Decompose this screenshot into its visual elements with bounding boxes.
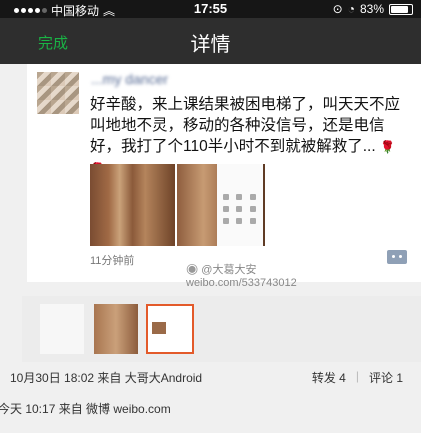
divider: | — [355, 369, 359, 383]
nav-bar: 完成 详情 — [0, 18, 421, 64]
post-text: 好辛酸，来上课结果被困电梯了，叫天天不应叫地地不灵，移动的各种没信号，还是电信好… — [90, 96, 401, 155]
username[interactable]: ...my dancer — [91, 71, 168, 87]
thumbnail-1[interactable] — [40, 304, 84, 354]
page-title: 详情 — [190, 34, 231, 56]
battery-percent: 83% — [359, 2, 384, 16]
weibo-logo-icon: ◉ — [186, 260, 199, 276]
watermark-url: weibo.com/533743012 — [186, 277, 297, 289]
thumbnail-strip — [22, 296, 421, 366]
post-time: 11分钟前 — [90, 255, 135, 267]
comment-count[interactable]: 评论 1 — [369, 369, 403, 386]
original-date-source: 今天 10:17 来自 微博 weibo.com — [0, 402, 171, 416]
photo-keypad[interactable] — [217, 164, 263, 246]
status-bar: 中国移动 ︽ 17:55 ⊙ ◔ 83% — [0, 0, 421, 18]
watermark-handle: @大葛大安 — [201, 264, 257, 276]
avatar[interactable] — [37, 72, 79, 114]
repost-count[interactable]: 转发 4 — [312, 369, 346, 386]
alarm-icon: ◔ — [347, 2, 355, 16]
thumbnail-2[interactable] — [94, 304, 138, 354]
thumbnail-3-selected[interactable] — [146, 304, 194, 354]
retweet-stats: 转发 4 | 评论 1 — [312, 369, 403, 386]
status-right: ⊙ ◔ 83% — [333, 2, 413, 16]
retweet-meta: 10月30日 18:02 来自 大哥大Android 转发 4 | 评论 1 — [0, 362, 421, 388]
retweet-date-source: 10月30日 18:02 来自 大哥大Android — [10, 371, 203, 385]
battery-fill — [391, 5, 408, 13]
photo-elevator-1[interactable] — [90, 164, 175, 246]
moment-card: ...my dancer 好辛酸，来上课结果被困电梯了，叫天天不应叫地地不灵，移… — [27, 64, 421, 282]
battery-icon — [389, 3, 413, 15]
weibo-watermark: ◉ @大葛大安 weibo.com/533743012 — [186, 260, 297, 290]
lock-rotation-icon: ⊙ — [332, 2, 343, 16]
comment-more-icon[interactable] — [387, 250, 407, 264]
